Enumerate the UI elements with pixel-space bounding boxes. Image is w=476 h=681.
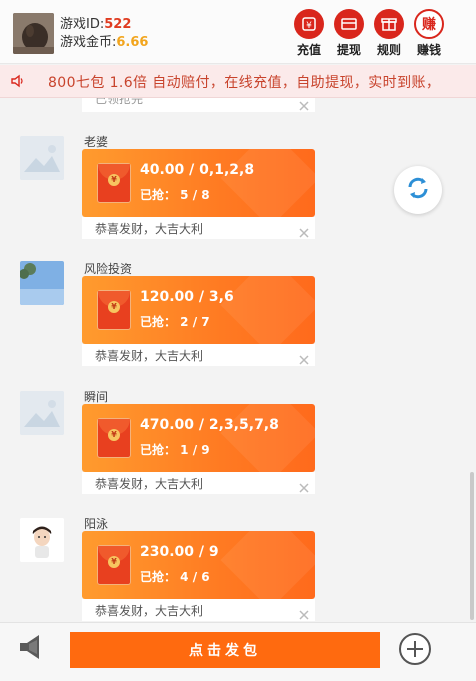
user-avatar[interactable] xyxy=(13,13,54,54)
announcement-bar: 800七包 1.6倍 自动赔付，在线充值，自助提现，实时到账， xyxy=(0,65,476,98)
game-coin-row: 游戏金币:6.66 xyxy=(60,34,148,52)
red-packet[interactable]: ¥ 120.00 / 3,6 已抢： 2 / 7 xyxy=(82,276,315,344)
packet-grabbed: 已抢： 2 / 7 xyxy=(140,315,210,329)
packet-blessing: 恭喜发财，大吉大利 xyxy=(95,349,204,363)
game-id-row: 游戏ID:522 xyxy=(60,16,148,34)
game-id-value: 522 xyxy=(104,17,132,32)
packet-amount: 40.00 / 0,1,2,8 xyxy=(140,162,255,178)
user-avatar xyxy=(20,391,64,435)
chat-message: 风险投资 ¥ 120.00 / 3,6 已抢： 2 / 7 恭喜发财，大吉大利 xyxy=(0,258,476,366)
earn-button[interactable]: 赚 赚钱 xyxy=(409,9,449,58)
rules-icon xyxy=(374,9,404,39)
recharge-button[interactable]: ¥ 充值 xyxy=(289,9,329,58)
username: 风险投资 xyxy=(84,262,133,276)
speaker-icon xyxy=(10,73,26,93)
packet-blessing: 恭喜发财，大吉大利 xyxy=(95,222,204,236)
earn-icon-glyph: 赚 xyxy=(422,17,436,33)
red-packet[interactable]: ¥ 470.00 / 2,3,5,7,8 已抢： 1 / 9 xyxy=(82,404,315,472)
bottom-bar: 点击发包 xyxy=(0,622,476,681)
game-id-label: 游戏ID: xyxy=(60,17,105,32)
rules-button[interactable]: 规则 xyxy=(369,9,409,58)
rules-label: 规则 xyxy=(376,43,401,57)
user-avatar xyxy=(20,518,64,562)
packet-status: 已领抢完 xyxy=(95,98,144,106)
refresh-button[interactable] xyxy=(394,166,442,214)
recharge-icon: ¥ xyxy=(294,9,324,39)
voice-icon[interactable] xyxy=(17,632,51,666)
user-avatar xyxy=(20,136,64,180)
packet-footer: 恭喜发财，大吉大利 xyxy=(82,599,315,621)
game-coin-value: 6.66 xyxy=(116,35,149,50)
earn-icon: 赚 xyxy=(414,9,444,39)
red-packet[interactable]: ¥ 40.00 / 0,1,2,8 已抢： 5 / 8 xyxy=(82,149,315,217)
collapse-icon xyxy=(299,223,309,242)
chat-message: 瞬间 ¥ 470.00 / 2,3,5,7,8 已抢： 1 / 9 恭喜发财，大… xyxy=(0,387,476,494)
packet-blessing: 恭喜发财，大吉大利 xyxy=(95,477,204,491)
user-avatar xyxy=(20,261,64,305)
announcement-text: 800七包 1.6倍 自动赔付，在线充值，自助提现，实时到账， xyxy=(48,75,441,91)
username: 瞬间 xyxy=(84,390,109,404)
refresh-icon xyxy=(405,175,431,205)
svg-text:¥: ¥ xyxy=(306,21,312,31)
collapse-icon xyxy=(299,350,309,369)
packet-amount: 230.00 / 9 xyxy=(140,544,219,560)
username: 阳泳 xyxy=(84,517,109,531)
packet-grabbed: 已抢： 4 / 6 xyxy=(140,570,210,584)
withdraw-label: 提现 xyxy=(336,43,361,57)
red-envelope-icon: ¥ xyxy=(97,545,131,585)
withdraw-icon xyxy=(334,9,364,39)
red-packet[interactable]: ¥ 230.00 / 9 已抢： 4 / 6 xyxy=(82,531,315,599)
chat-scrollbar[interactable] xyxy=(470,472,474,620)
red-envelope-icon: ¥ xyxy=(97,163,131,203)
red-envelope-icon: ¥ xyxy=(97,418,131,458)
packet-grabbed: 已抢： 1 / 9 xyxy=(140,443,210,457)
withdraw-button[interactable]: 提现 xyxy=(329,9,369,58)
packet-footer: 恭喜发财，大吉大利 xyxy=(82,472,315,494)
earn-label: 赚钱 xyxy=(416,43,441,57)
collapse-icon xyxy=(299,478,309,497)
chat-message: 阳泳 ¥ 230.00 / 9 已抢： 4 / 6 恭喜发财，大吉大利 xyxy=(0,514,476,622)
packet-grabbed: 已抢： 5 / 8 xyxy=(140,188,210,202)
collapse-icon xyxy=(299,605,309,622)
top-bar: 游戏ID:522 游戏金币:6.66 ¥ 充值 提现 规则 赚 赚钱 xyxy=(0,0,476,64)
recharge-label: 充值 xyxy=(296,43,321,57)
add-icon[interactable] xyxy=(399,633,431,665)
username: 老婆 xyxy=(84,135,109,149)
collapse-icon xyxy=(299,98,309,115)
packet-footer: 恭喜发财，大吉大利 xyxy=(82,217,315,239)
packet-amount: 470.00 / 2,3,5,7,8 xyxy=(140,417,279,433)
packet-footer: 已领抢完 xyxy=(82,98,315,112)
game-coin-label: 游戏金币: xyxy=(60,35,117,50)
packet-amount: 120.00 / 3,6 xyxy=(140,289,234,305)
packet-footer: 恭喜发财，大吉大利 xyxy=(82,344,315,366)
account-info: 游戏ID:522 游戏金币:6.66 xyxy=(60,16,148,52)
packet-blessing: 恭喜发财，大吉大利 xyxy=(95,604,204,618)
red-envelope-icon: ¥ xyxy=(97,290,131,330)
send-packet-button[interactable]: 点击发包 xyxy=(70,632,380,668)
